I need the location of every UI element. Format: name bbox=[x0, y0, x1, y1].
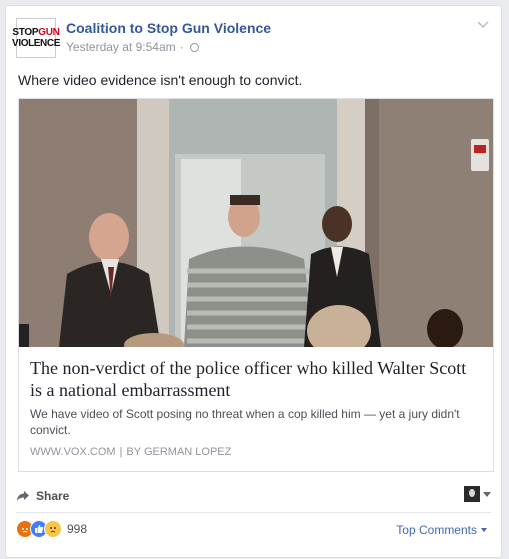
reaction-count[interactable]: 998 bbox=[67, 522, 87, 536]
reactions-summary[interactable]: 998 bbox=[16, 520, 87, 538]
avatar-logo-line2: VIOLENCE bbox=[12, 37, 60, 49]
top-comments-dropdown[interactable]: Top Comments bbox=[396, 523, 487, 537]
share-button[interactable]: Share bbox=[16, 489, 69, 503]
link-preview-image[interactable] bbox=[19, 99, 493, 347]
source-divider: | bbox=[119, 446, 123, 458]
link-description: We have video of Scott posing no threat … bbox=[30, 407, 460, 437]
share-label: Share bbox=[36, 489, 70, 503]
caret-down-icon bbox=[481, 528, 487, 532]
link-preview-card[interactable]: The non-verdict of the police officer wh… bbox=[18, 98, 494, 472]
post-meta: Yesterday at 9:54am · bbox=[66, 40, 199, 54]
chevron-down-icon[interactable] bbox=[477, 18, 489, 32]
link-byline: BY GERMAN LOPEZ bbox=[126, 446, 232, 458]
meta-separator: · bbox=[179, 40, 184, 54]
share-icon bbox=[17, 491, 29, 501]
avatar-logo-line1: STOPGUN bbox=[12, 26, 60, 38]
link-source: WWW.VOX.COM | BY GERMAN LOPEZ bbox=[30, 446, 231, 458]
link-title[interactable]: The non-verdict of the police officer wh… bbox=[30, 357, 481, 401]
link-domain: WWW.VOX.COM bbox=[30, 446, 116, 458]
post-card: STOPGUN VIOLENCE Coalition to Stop Gun V… bbox=[5, 5, 502, 558]
page-name-link[interactable]: Coalition to Stop Gun Violence bbox=[66, 20, 271, 36]
post-timestamp[interactable]: Yesterday at 9:54am bbox=[66, 40, 176, 54]
top-comments-label: Top Comments bbox=[396, 523, 477, 537]
post-actions: Share bbox=[16, 484, 491, 508]
post-footer: 998 Top Comments bbox=[16, 520, 491, 542]
post-as-selector[interactable] bbox=[464, 486, 491, 502]
viewer-avatar bbox=[464, 486, 480, 502]
page-avatar[interactable]: STOPGUN VIOLENCE bbox=[12, 18, 60, 58]
post-message: Where video evidence isn't enough to con… bbox=[18, 72, 303, 88]
divider bbox=[16, 512, 491, 513]
caret-down-icon bbox=[483, 491, 491, 497]
sad-reaction-icon bbox=[44, 520, 62, 538]
post-header: STOPGUN VIOLENCE Coalition to Stop Gun V… bbox=[12, 18, 491, 62]
globe-icon bbox=[189, 42, 199, 52]
